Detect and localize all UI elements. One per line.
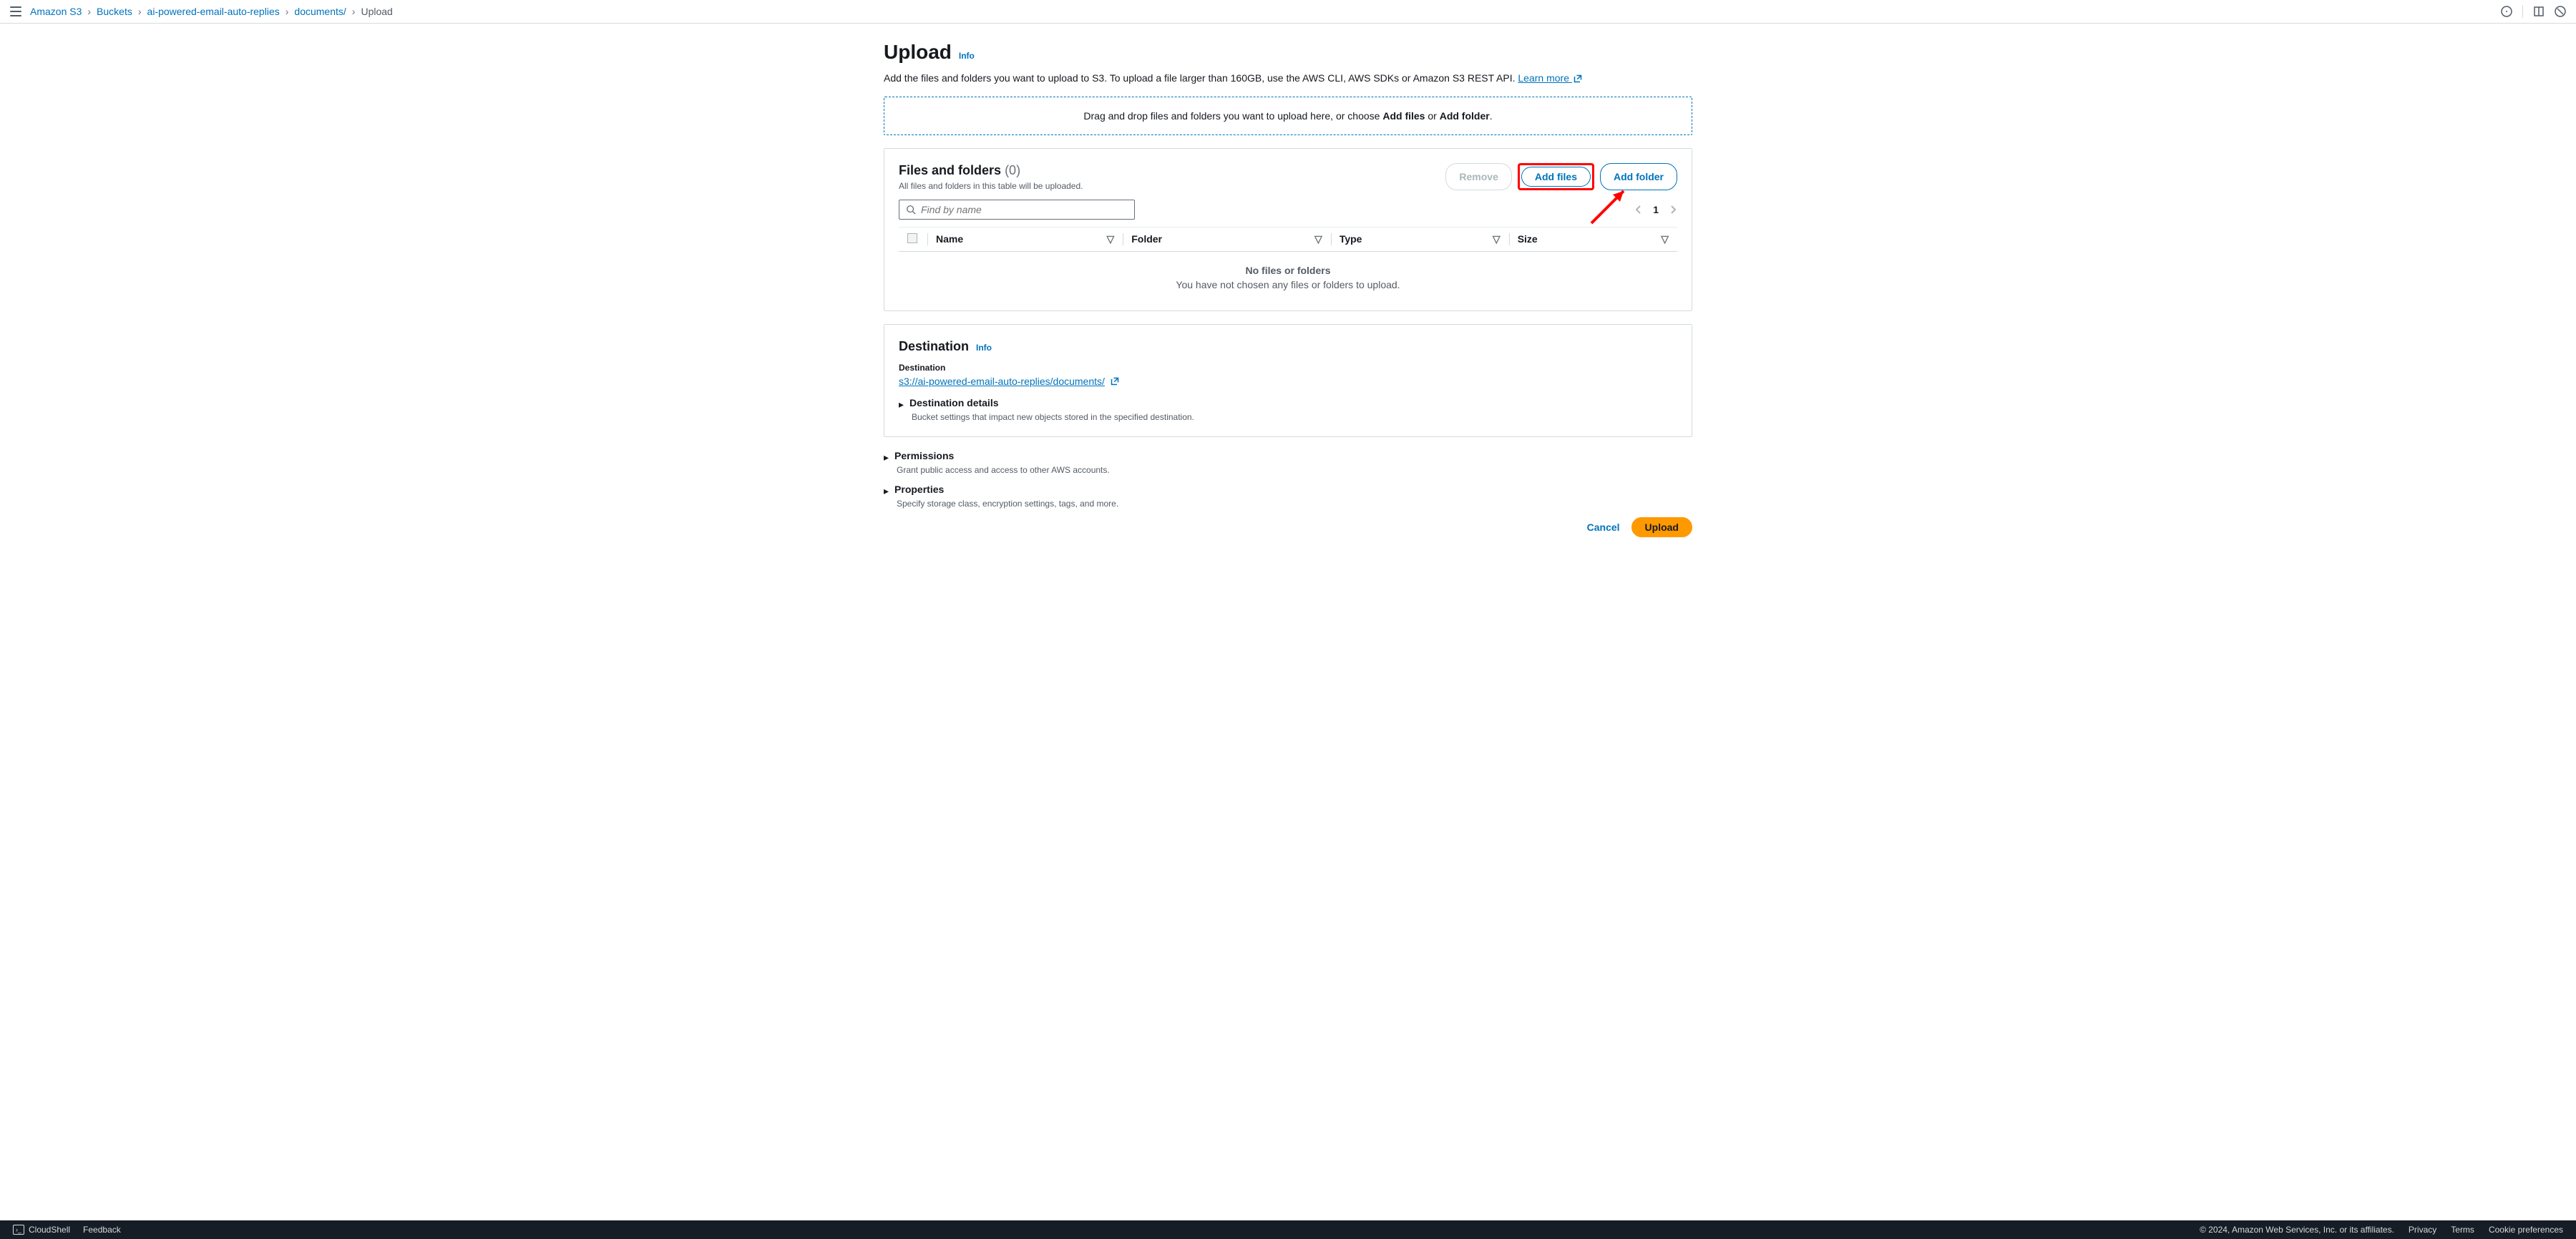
- page-number: 1: [1653, 204, 1659, 215]
- destination-info-link[interactable]: Info: [976, 343, 992, 353]
- footer-right: © 2024, Amazon Web Services, Inc. or its…: [2200, 1225, 2563, 1235]
- panel-icon[interactable]: [2533, 6, 2545, 17]
- help-icon[interactable]: [2501, 6, 2512, 17]
- destination-card: Destination Info Destination s3://ai-pow…: [884, 324, 1692, 437]
- destination-title: Destination: [899, 339, 969, 354]
- files-card-header-left: Files and folders (0) All files and fold…: [899, 163, 1083, 191]
- external-link-icon: [1574, 74, 1582, 83]
- sort-icon: ▽: [1493, 233, 1501, 245]
- dropzone-text: Drag and drop files and folders you want…: [1083, 110, 1382, 122]
- upload-button[interactable]: Upload: [1631, 517, 1692, 537]
- chevron-right-icon: ›: [138, 6, 142, 17]
- chevron-right-icon: ›: [286, 6, 289, 17]
- copyright-text: © 2024, Amazon Web Services, Inc. or its…: [2200, 1225, 2394, 1235]
- next-page-icon[interactable]: [1669, 205, 1677, 214]
- sort-icon: ▽: [1106, 233, 1114, 245]
- destination-details-sub: Bucket settings that impact new objects …: [912, 412, 1677, 422]
- properties-expander[interactable]: ▸ Properties: [884, 484, 1692, 497]
- learn-more-link[interactable]: Learn more: [1518, 72, 1581, 84]
- dropzone-add-files: Add files: [1382, 110, 1425, 122]
- page-header: Upload Info: [884, 41, 1692, 64]
- files-card-header: Files and folders (0) All files and fold…: [899, 163, 1677, 191]
- divider: [2522, 5, 2523, 18]
- select-all-checkbox[interactable]: [907, 233, 917, 243]
- column-name[interactable]: Name▽: [927, 227, 1123, 252]
- files-card-actions: Remove Add files Add folder: [1445, 163, 1677, 190]
- footer-left: ›_ CloudShell Feedback: [13, 1225, 121, 1235]
- column-folder[interactable]: Folder▽: [1123, 227, 1331, 252]
- chevron-right-icon: ›: [352, 6, 356, 17]
- annotation-highlight: Add files: [1518, 163, 1594, 190]
- files-count: (0): [1005, 163, 1020, 177]
- files-and-folders-card: Files and folders (0) All files and fold…: [884, 148, 1692, 311]
- destination-label: Destination: [899, 363, 1677, 373]
- properties-title: Properties: [894, 484, 944, 495]
- page-title: Upload: [884, 41, 952, 64]
- clock-deny-icon[interactable]: [2555, 6, 2566, 17]
- page-description: Add the files and folders you want to up…: [884, 72, 1692, 84]
- topbar-left: Amazon S3 › Buckets › ai-powered-email-a…: [10, 6, 393, 17]
- permissions-section: ▸ Permissions Grant public access and ac…: [884, 450, 1692, 475]
- properties-sub: Specify storage class, encryption settin…: [897, 499, 1692, 509]
- column-checkbox: [899, 227, 927, 252]
- cancel-button[interactable]: Cancel: [1587, 521, 1620, 533]
- cloudshell-link[interactable]: ›_ CloudShell: [13, 1225, 70, 1235]
- breadcrumb-link-s3[interactable]: Amazon S3: [30, 6, 82, 17]
- page-description-text: Add the files and folders you want to up…: [884, 72, 1518, 84]
- feedback-link[interactable]: Feedback: [83, 1225, 121, 1235]
- add-folder-button[interactable]: Add folder: [1600, 163, 1677, 190]
- page: Upload Info Add the files and folders yo…: [884, 24, 1692, 554]
- sort-icon: ▽: [1661, 233, 1669, 245]
- remove-button: Remove: [1445, 163, 1511, 190]
- dropzone-or: or: [1425, 110, 1439, 122]
- files-card-title: Files and folders (0): [899, 163, 1020, 177]
- breadcrumb-link-buckets[interactable]: Buckets: [97, 6, 132, 17]
- terms-link[interactable]: Terms: [2451, 1225, 2474, 1235]
- breadcrumb-link-bucket-name[interactable]: ai-powered-email-auto-replies: [147, 6, 280, 17]
- topbar-right: [2501, 5, 2566, 18]
- paginator: 1: [1634, 204, 1677, 215]
- triangle-right-icon: ▸: [884, 485, 889, 497]
- empty-state: No files or folders You have not chosen …: [899, 252, 1677, 296]
- prev-page-icon[interactable]: [1634, 205, 1643, 214]
- destination-uri-link[interactable]: s3://ai-powered-email-auto-replies/docum…: [899, 376, 1119, 387]
- dropzone-add-folder: Add folder: [1440, 110, 1490, 122]
- hamburger-menu-icon[interactable]: [10, 6, 21, 16]
- page-actions: Cancel Upload: [884, 517, 1692, 537]
- cookie-preferences-link[interactable]: Cookie preferences: [2489, 1225, 2563, 1235]
- external-link-icon: [1111, 377, 1119, 386]
- empty-subtitle: You have not chosen any files or folders…: [899, 279, 1677, 290]
- files-searchbar: 1: [899, 200, 1677, 220]
- permissions-title: Permissions: [894, 450, 954, 461]
- breadcrumb: Amazon S3 › Buckets › ai-powered-email-a…: [30, 6, 393, 17]
- dropzone-suffix: .: [1490, 110, 1493, 122]
- files-table: Name▽ Folder▽ Type▽ Size▽: [899, 227, 1677, 252]
- column-size[interactable]: Size▽: [1509, 227, 1677, 252]
- properties-section: ▸ Properties Specify storage class, encr…: [884, 484, 1692, 509]
- breadcrumb-current: Upload: [361, 6, 392, 17]
- dropzone[interactable]: Drag and drop files and folders you want…: [884, 97, 1692, 135]
- empty-title: No files or folders: [899, 265, 1677, 276]
- destination-details-title: Destination details: [909, 397, 998, 408]
- sort-icon: ▽: [1314, 233, 1322, 245]
- search-icon: [906, 205, 916, 215]
- search-input-wrap: [899, 200, 1135, 220]
- chevron-right-icon: ›: [87, 6, 91, 17]
- breadcrumb-link-documents[interactable]: documents/: [294, 6, 346, 17]
- cloudshell-icon: ›_: [13, 1225, 24, 1235]
- topbar: Amazon S3 › Buckets › ai-powered-email-a…: [0, 0, 2576, 24]
- info-link[interactable]: Info: [959, 51, 975, 61]
- destination-details-expander[interactable]: ▸ Destination details: [899, 397, 1677, 411]
- triangle-right-icon: ▸: [884, 451, 889, 464]
- add-files-button[interactable]: Add files: [1521, 167, 1591, 187]
- destination-header: Destination Info: [899, 339, 1677, 354]
- search-input[interactable]: [899, 200, 1135, 220]
- column-type[interactable]: Type▽: [1331, 227, 1509, 252]
- permissions-expander[interactable]: ▸ Permissions: [884, 450, 1692, 464]
- privacy-link[interactable]: Privacy: [2409, 1225, 2436, 1235]
- footer: ›_ CloudShell Feedback © 2024, Amazon We…: [0, 1220, 2576, 1239]
- triangle-right-icon: ▸: [899, 398, 904, 411]
- permissions-sub: Grant public access and access to other …: [897, 465, 1692, 475]
- files-card-subtitle: All files and folders in this table will…: [899, 181, 1083, 191]
